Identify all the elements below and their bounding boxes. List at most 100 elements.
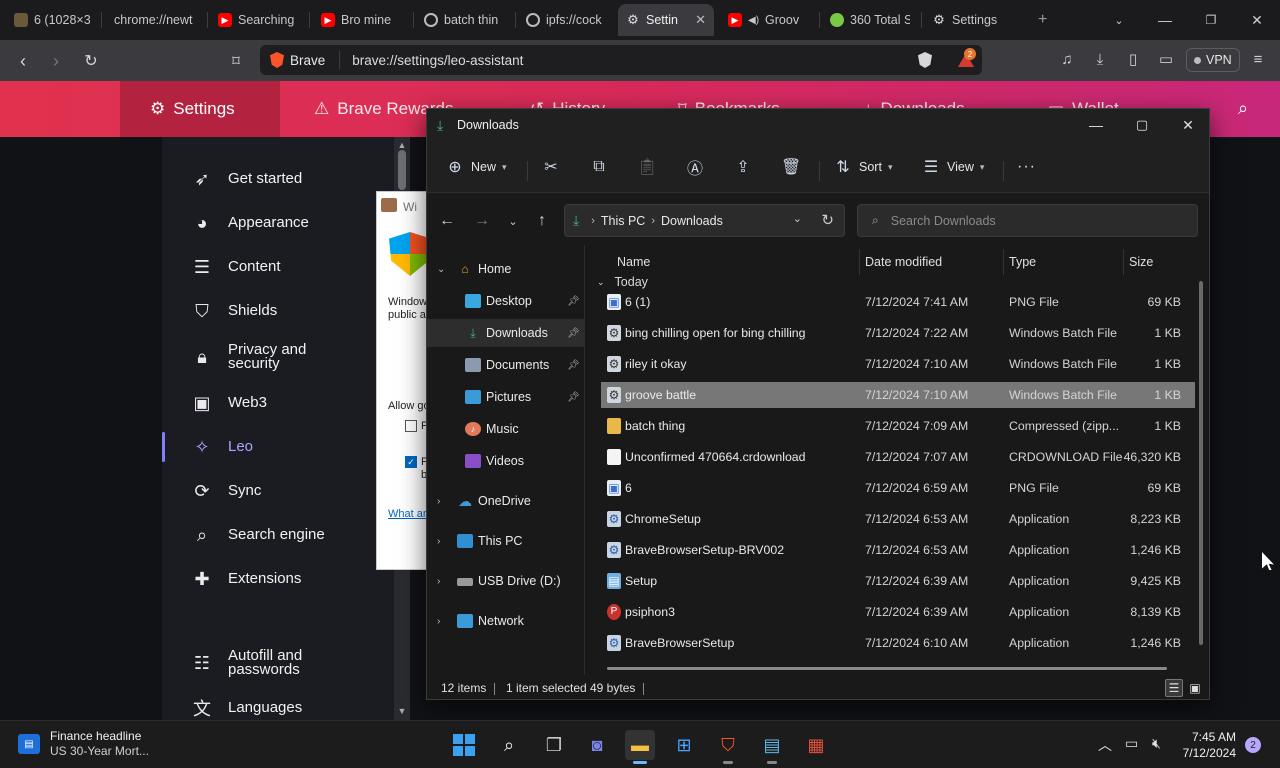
sidebar-item-search-engine[interactable]: ⌕ Search engine [190,523,325,547]
chat-icon[interactable]: ◙ [582,730,612,760]
music-note-icon[interactable]: ♫ [1056,48,1078,70]
column-header-date[interactable]: Date modified [865,255,942,269]
dialog-checkbox[interactable] [405,420,417,432]
column-divider[interactable] [1123,249,1124,275]
search-icon[interactable]: ⌕ [494,730,524,760]
reload-button[interactable]: ↻ [78,48,104,74]
tree-item-documents[interactable]: Documents 📌︎ [427,351,584,379]
browser-tab[interactable]: ⚙ Settings [924,4,1024,36]
restore-button[interactable]: ❐ [1188,0,1234,40]
browser-tab[interactable]: 360 Total S [822,4,918,36]
new-tab-button[interactable]: + [1030,4,1056,36]
column-header-name[interactable]: Name [617,255,650,269]
tree-item-desktop[interactable]: Desktop 📌︎ [427,287,584,315]
app-icon[interactable]: ▦ [801,730,831,760]
file-row[interactable]: ▣ 6 (1) 7/12/2024 7:41 AM PNG File 69 KB [601,289,1195,315]
brave-taskbar-icon[interactable]: ⛉ [713,730,743,764]
file-row[interactable]: P psiphon3 7/12/2024 6:39 AM Application… [601,599,1195,625]
chevron-right-icon[interactable]: › [437,616,440,627]
breadcrumb-item[interactable]: Downloads [661,214,723,228]
tree-item-music[interactable]: ♪ Music [427,415,584,443]
scroll-up-arrow-icon[interactable]: ▲ [396,140,408,150]
sidebar-item-content[interactable]: ☰ Content [190,255,281,279]
share-button[interactable]: ⇪ [733,155,753,179]
widgets-button[interactable]: ▤ Finance headline US 30-Year Mort... [18,729,149,759]
explorer-title-bar[interactable]: ⤓ Downloads — ▢ ✕ [427,109,1209,141]
file-row[interactable]: ▤ Setup 7/12/2024 6:39 AM Application 9,… [601,568,1195,594]
refresh-icon[interactable]: ↻ [821,211,834,229]
file-row[interactable]: batch thing 7/12/2024 7:09 AM Compressed… [601,413,1195,439]
start-button[interactable] [449,730,479,760]
vpn-button[interactable]: VPN [1186,48,1240,72]
breadcrumb[interactable]: ⤓ › This PC › Downloads ⌄ ↻ [564,204,845,237]
browser-tab[interactable]: ipfs://cock [518,4,614,36]
file-row-selected[interactable]: ⚙ groove battle 7/12/2024 7:10 AM Window… [601,382,1195,408]
sidebar-item-appearance[interactable]: ◕ Appearance [190,211,309,235]
breadcrumb-item[interactable]: This PC [601,214,645,228]
chevron-down-icon[interactable]: ⌄ [793,212,802,225]
notepad-icon[interactable]: ▤ [757,730,787,764]
file-row[interactable]: ⚙ bing chilling open for bing chilling 7… [601,320,1195,346]
file-row[interactable]: Unconfirmed 470664.crdownload 7/12/2024 … [601,444,1195,470]
sidebar-item-autofill[interactable]: ☷ Autofill and passwords [190,648,328,677]
browser-tab[interactable]: chrome://newt [106,4,202,36]
tree-item-onedrive[interactable]: › ☁ OneDrive [427,487,584,515]
tree-item-pictures[interactable]: Pictures 📌︎ [427,383,584,411]
file-explorer-taskbar-icon[interactable]: ▬ [625,730,655,764]
url-text[interactable]: brave://settings/leo-assistant [340,53,918,68]
browser-tab[interactable]: 6 (1028×3 [6,4,98,36]
brave-chip[interactable]: Brave [260,50,341,70]
browser-tab[interactable]: ▶ Searching [210,4,306,36]
file-row[interactable]: ⚙ BraveBrowserSetup 7/12/2024 6:10 AM Ap… [601,630,1195,656]
menu-icon[interactable]: ≡ [1247,48,1269,70]
dialog-help-link[interactable]: What ar [388,508,427,520]
column-header-size[interactable]: Size [1129,255,1153,269]
tray-overflow-chevron-icon[interactable]: ︿ [1098,735,1112,755]
chevron-right-icon[interactable]: › [437,496,440,507]
brave-shields-icon[interactable] [918,52,932,68]
clock[interactable]: 7:45 AM 7/12/2024 [1180,729,1236,761]
close-window-button[interactable]: ✕ [1234,0,1280,40]
sidebar-item-web3[interactable]: ▣ Web3 [190,391,266,415]
network-monitor-icon[interactable]: ▭ [1125,735,1138,752]
sidebar-item-sync[interactable]: ⟳ Sync [190,479,261,503]
new-button[interactable]: ⊕ New ▾ [445,155,506,179]
delete-button[interactable]: 🗑︎ [781,155,801,179]
minimize-button[interactable]: — [1142,0,1188,40]
sidebar-item-extensions[interactable]: ✚ Extensions [190,567,301,591]
sidebar-item-shields[interactable]: ⛉ Shields [190,299,277,323]
close-tab-icon[interactable]: ✕ [695,12,706,28]
group-header-today[interactable]: ⌄ Today [597,275,648,289]
tab-settings[interactable]: ⚙ Settings [120,81,280,137]
details-view-icon[interactable]: ☰ [1165,679,1183,697]
browser-tab[interactable]: ▶ ◀) Groov [720,4,816,36]
cut-button[interactable]: ✂ [541,155,561,179]
volume-muted-icon[interactable]: 🔇︎ [1152,735,1161,752]
file-row[interactable]: ▣ 6 7/12/2024 6:59 AM PNG File 69 KB [601,475,1195,501]
column-divider[interactable] [859,249,860,275]
maximize-button[interactable]: ▢ [1119,109,1165,141]
browser-tab[interactable]: ▶ Bro mine [313,4,409,36]
column-divider[interactable] [1003,249,1004,275]
vertical-scrollbar[interactable] [1199,281,1203,645]
recent-locations-chevron-icon[interactable]: ⌄ [501,209,525,233]
chevron-right-icon[interactable]: › [437,576,440,587]
back-arrow-icon[interactable]: ← [435,209,459,233]
tree-item-home[interactable]: ⌄ ⌂ Home [427,255,584,283]
chevron-right-icon[interactable]: › [437,536,440,547]
sidebar-item-privacy[interactable]: 🔒︎ Privacy and security [190,342,328,371]
bookmark-icon[interactable]: ⌑ [223,48,249,74]
task-view-icon[interactable]: ❐ [539,730,569,760]
settings-search-icon[interactable]: ⌕ [1238,98,1248,119]
tree-item-videos[interactable]: Videos [427,447,584,475]
store-icon[interactable]: ⊞ [669,730,699,760]
tree-item-network[interactable]: › Network [427,607,584,635]
download-icon[interactable]: ⤓ [1089,48,1111,70]
scroll-down-arrow-icon[interactable]: ▼ [396,706,408,716]
browser-tab[interactable]: batch thin [416,4,512,36]
tab-search-chevron-icon[interactable]: ⌄ [1096,0,1142,40]
column-header-type[interactable]: Type [1009,255,1036,269]
rename-button[interactable]: Ⓐ [685,155,705,179]
sidebar-item-leo[interactable]: ✧ Leo [190,435,253,459]
dialog-checkbox-checked[interactable]: ✓ [405,456,417,468]
